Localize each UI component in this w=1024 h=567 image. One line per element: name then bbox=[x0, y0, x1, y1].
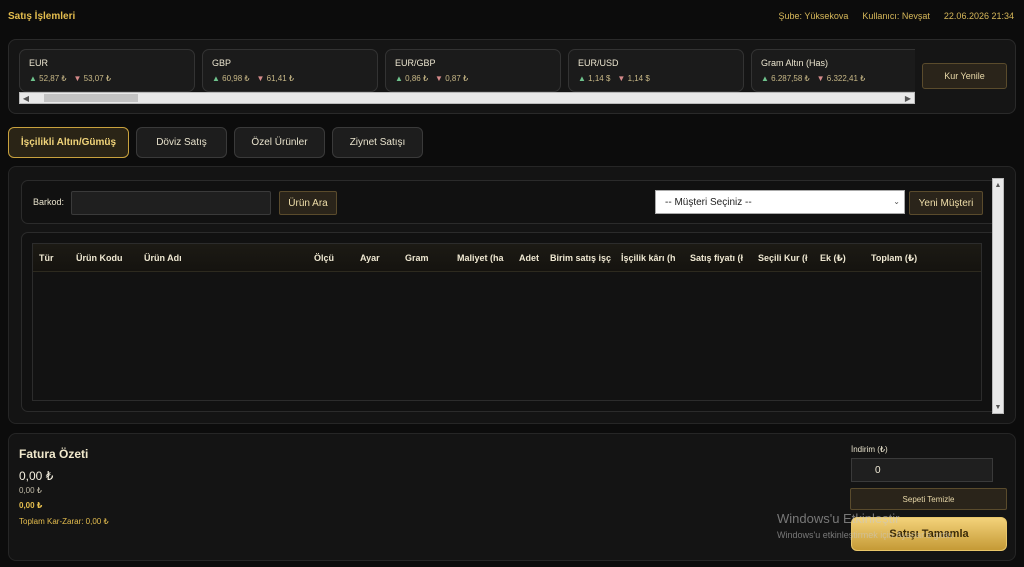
datetime-label: 22.06.2026 21:34 bbox=[943, 11, 1014, 21]
top-bar: Satış İşlemleri Şube: Yüksekova Kullanıc… bbox=[0, 0, 1024, 32]
rate-sell: 6.322,41 ₺ bbox=[826, 74, 866, 83]
rate-sell: 0,87 ₺ bbox=[445, 74, 469, 83]
rate-card-eur-usd: EUR/USD ▲ 1,14 $ ▼ 1,14 $ bbox=[568, 49, 744, 92]
invoice-summary-panel: Fatura Özeti 0,00 ₺ 0,00 ₺ 0,00 ₺ Toplam… bbox=[8, 433, 1016, 561]
down-arrow-icon: ▼ bbox=[435, 74, 443, 83]
rate-name: EUR/USD bbox=[578, 58, 619, 68]
barcode-label: Barkod: bbox=[33, 197, 65, 207]
column-header[interactable]: Adet bbox=[519, 253, 539, 263]
up-arrow-icon: ▲ bbox=[761, 74, 769, 83]
refresh-rates-button[interactable]: Kur Yenile bbox=[922, 63, 1007, 89]
column-header[interactable]: Gram bbox=[405, 253, 439, 263]
table-header: Tür Ürün Kodu Ürün Adı Ölçü Ayar Gram Ma… bbox=[33, 244, 981, 272]
cart-table-panel: Tür Ürün Kodu Ürün Adı Ölçü Ayar Gram Ma… bbox=[21, 232, 999, 412]
summary-title: Fatura Özeti bbox=[19, 447, 89, 461]
column-header[interactable]: Satış fiyatı (ł bbox=[690, 253, 747, 263]
rate-card-gbp: GBP ▲ 60,98 ₺ ▼ 61,41 ₺ bbox=[202, 49, 378, 92]
down-arrow-icon: ▼ bbox=[617, 74, 626, 83]
rate-sell: 53,07 ₺ bbox=[83, 74, 111, 83]
up-arrow-icon: ▲ bbox=[29, 74, 37, 83]
tab-ziynet-satisi[interactable]: Ziynet Satışı bbox=[332, 127, 423, 158]
summary-total: 0,00 ₺ bbox=[19, 469, 54, 483]
tab-ozel-urunler[interactable]: Özel Ürünler bbox=[234, 127, 325, 158]
barcode-input[interactable] bbox=[71, 191, 271, 215]
rate-sell: 1,14 $ bbox=[627, 74, 650, 83]
rates-horizontal-scrollbar[interactable]: ◀ ▶ bbox=[19, 92, 915, 104]
rate-buy: 1,14 $ bbox=[588, 74, 611, 83]
column-header[interactable]: Ürün Kodu bbox=[76, 253, 136, 263]
down-arrow-icon: ▼ bbox=[816, 74, 825, 83]
rate-buy: 6.287,58 ₺ bbox=[771, 74, 810, 83]
rate-card-gram-altin: Gram Altın (Has) ▲ 6.287,58 ₺ ▼ 6.322,41… bbox=[751, 49, 915, 92]
search-product-button[interactable]: Ürün Ara bbox=[279, 191, 337, 215]
column-header[interactable]: Ayar bbox=[360, 253, 394, 263]
rate-name: GBP bbox=[212, 58, 232, 68]
sale-type-tabs: İşçilikli Altın/Gümüş Döviz Satış Özel Ü… bbox=[8, 127, 423, 158]
sale-main-panel: Barkod: Ürün Ara -- Müşteri Seçiniz -- ⌄… bbox=[8, 166, 1016, 424]
scroll-left-icon[interactable]: ◀ bbox=[20, 93, 32, 103]
page-title: Satış İşlemleri bbox=[8, 10, 76, 22]
rate-buy: 0,86 ₺ bbox=[405, 74, 429, 83]
exchange-rates-panel: EUR ▲ 52,87 ₺ ▼ 53,07 ₺ GBP ▲ 60,98 ₺ ▼ … bbox=[8, 39, 1016, 114]
search-panel: Barkod: Ürün Ara -- Müşteri Seçiniz -- ⌄… bbox=[21, 180, 999, 224]
rate-name: Gram Altın (Has) bbox=[761, 58, 829, 68]
up-arrow-icon: ▲ bbox=[212, 74, 220, 83]
column-header[interactable]: Maliyet (ha bbox=[457, 253, 509, 263]
rate-buy: 60,98 ₺ bbox=[222, 74, 250, 83]
chevron-down-icon: ⌄ bbox=[893, 197, 900, 206]
down-arrow-icon: ▼ bbox=[73, 74, 82, 83]
new-customer-button[interactable]: Yeni Müşteri bbox=[909, 191, 983, 215]
discount-label: İndirim (₺) bbox=[851, 445, 888, 454]
complete-sale-button[interactable]: Satışı Tamamla bbox=[851, 517, 1007, 551]
rate-card-eur: EUR ▲ 52,87 ₺ ▼ 53,07 ₺ bbox=[19, 49, 195, 92]
scroll-thumb[interactable] bbox=[44, 94, 138, 102]
down-arrow-icon: ▼ bbox=[256, 74, 265, 83]
discount-input[interactable]: 0 bbox=[851, 458, 993, 482]
clear-cart-button[interactable]: Sepeti Temizle bbox=[850, 488, 1007, 510]
customer-select[interactable]: -- Müşteri Seçiniz -- ⌄ bbox=[655, 190, 905, 214]
branch-label: Şube: Yüksekova bbox=[778, 11, 849, 21]
column-header[interactable]: Ek (₺) bbox=[820, 253, 856, 264]
tab-iscilikli-altin[interactable]: İşçilikli Altın/Gümüş bbox=[8, 127, 129, 158]
rate-name: EUR bbox=[29, 58, 49, 68]
scroll-down-icon[interactable]: ▼ bbox=[993, 401, 1003, 413]
scroll-up-icon[interactable]: ▲ bbox=[993, 179, 1003, 191]
column-header[interactable]: Ürün Adı bbox=[144, 253, 204, 263]
cart-table: Tür Ürün Kodu Ürün Adı Ölçü Ayar Gram Ma… bbox=[32, 243, 982, 401]
up-arrow-icon: ▲ bbox=[395, 74, 403, 83]
tab-doviz-satis[interactable]: Döviz Satış bbox=[136, 127, 227, 158]
user-label: Kullanıcı: Nevşat bbox=[862, 11, 930, 21]
rate-sell: 61,41 ₺ bbox=[266, 74, 294, 83]
rate-cards: EUR ▲ 52,87 ₺ ▼ 53,07 ₺ GBP ▲ 60,98 ₺ ▼ … bbox=[19, 49, 915, 92]
customer-select-value: -- Müşteri Seçiniz -- bbox=[665, 196, 752, 208]
main-vertical-scrollbar[interactable]: ▲ ▼ bbox=[992, 178, 1004, 414]
up-arrow-icon: ▲ bbox=[578, 74, 586, 83]
header-info: Şube: Yüksekova Kullanıcı: Nevşat 22.06.… bbox=[779, 11, 1015, 21]
column-header[interactable]: Toplam (₺) bbox=[871, 253, 931, 264]
column-header[interactable]: Ölçü bbox=[314, 253, 348, 263]
column-header[interactable]: İşçilik kârı (h bbox=[621, 253, 679, 263]
rate-card-eur-gbp: EUR/GBP ▲ 0,86 ₺ ▼ 0,87 ₺ bbox=[385, 49, 561, 92]
summary-subtotal: 0,00 ₺ bbox=[19, 486, 42, 495]
rate-buy: 52,87 ₺ bbox=[39, 74, 67, 83]
column-header[interactable]: Birim satış işç bbox=[550, 253, 611, 263]
summary-profit: Toplam Kar-Zarar: 0,00 ₺ bbox=[19, 517, 109, 526]
rate-name: EUR/GBP bbox=[395, 58, 436, 68]
summary-gold-total: 0,00 ₺ bbox=[19, 501, 43, 510]
column-header[interactable]: Tür bbox=[39, 253, 69, 263]
scroll-right-icon[interactable]: ▶ bbox=[902, 93, 914, 103]
column-header[interactable]: Seçili Kur (ł bbox=[758, 253, 810, 263]
